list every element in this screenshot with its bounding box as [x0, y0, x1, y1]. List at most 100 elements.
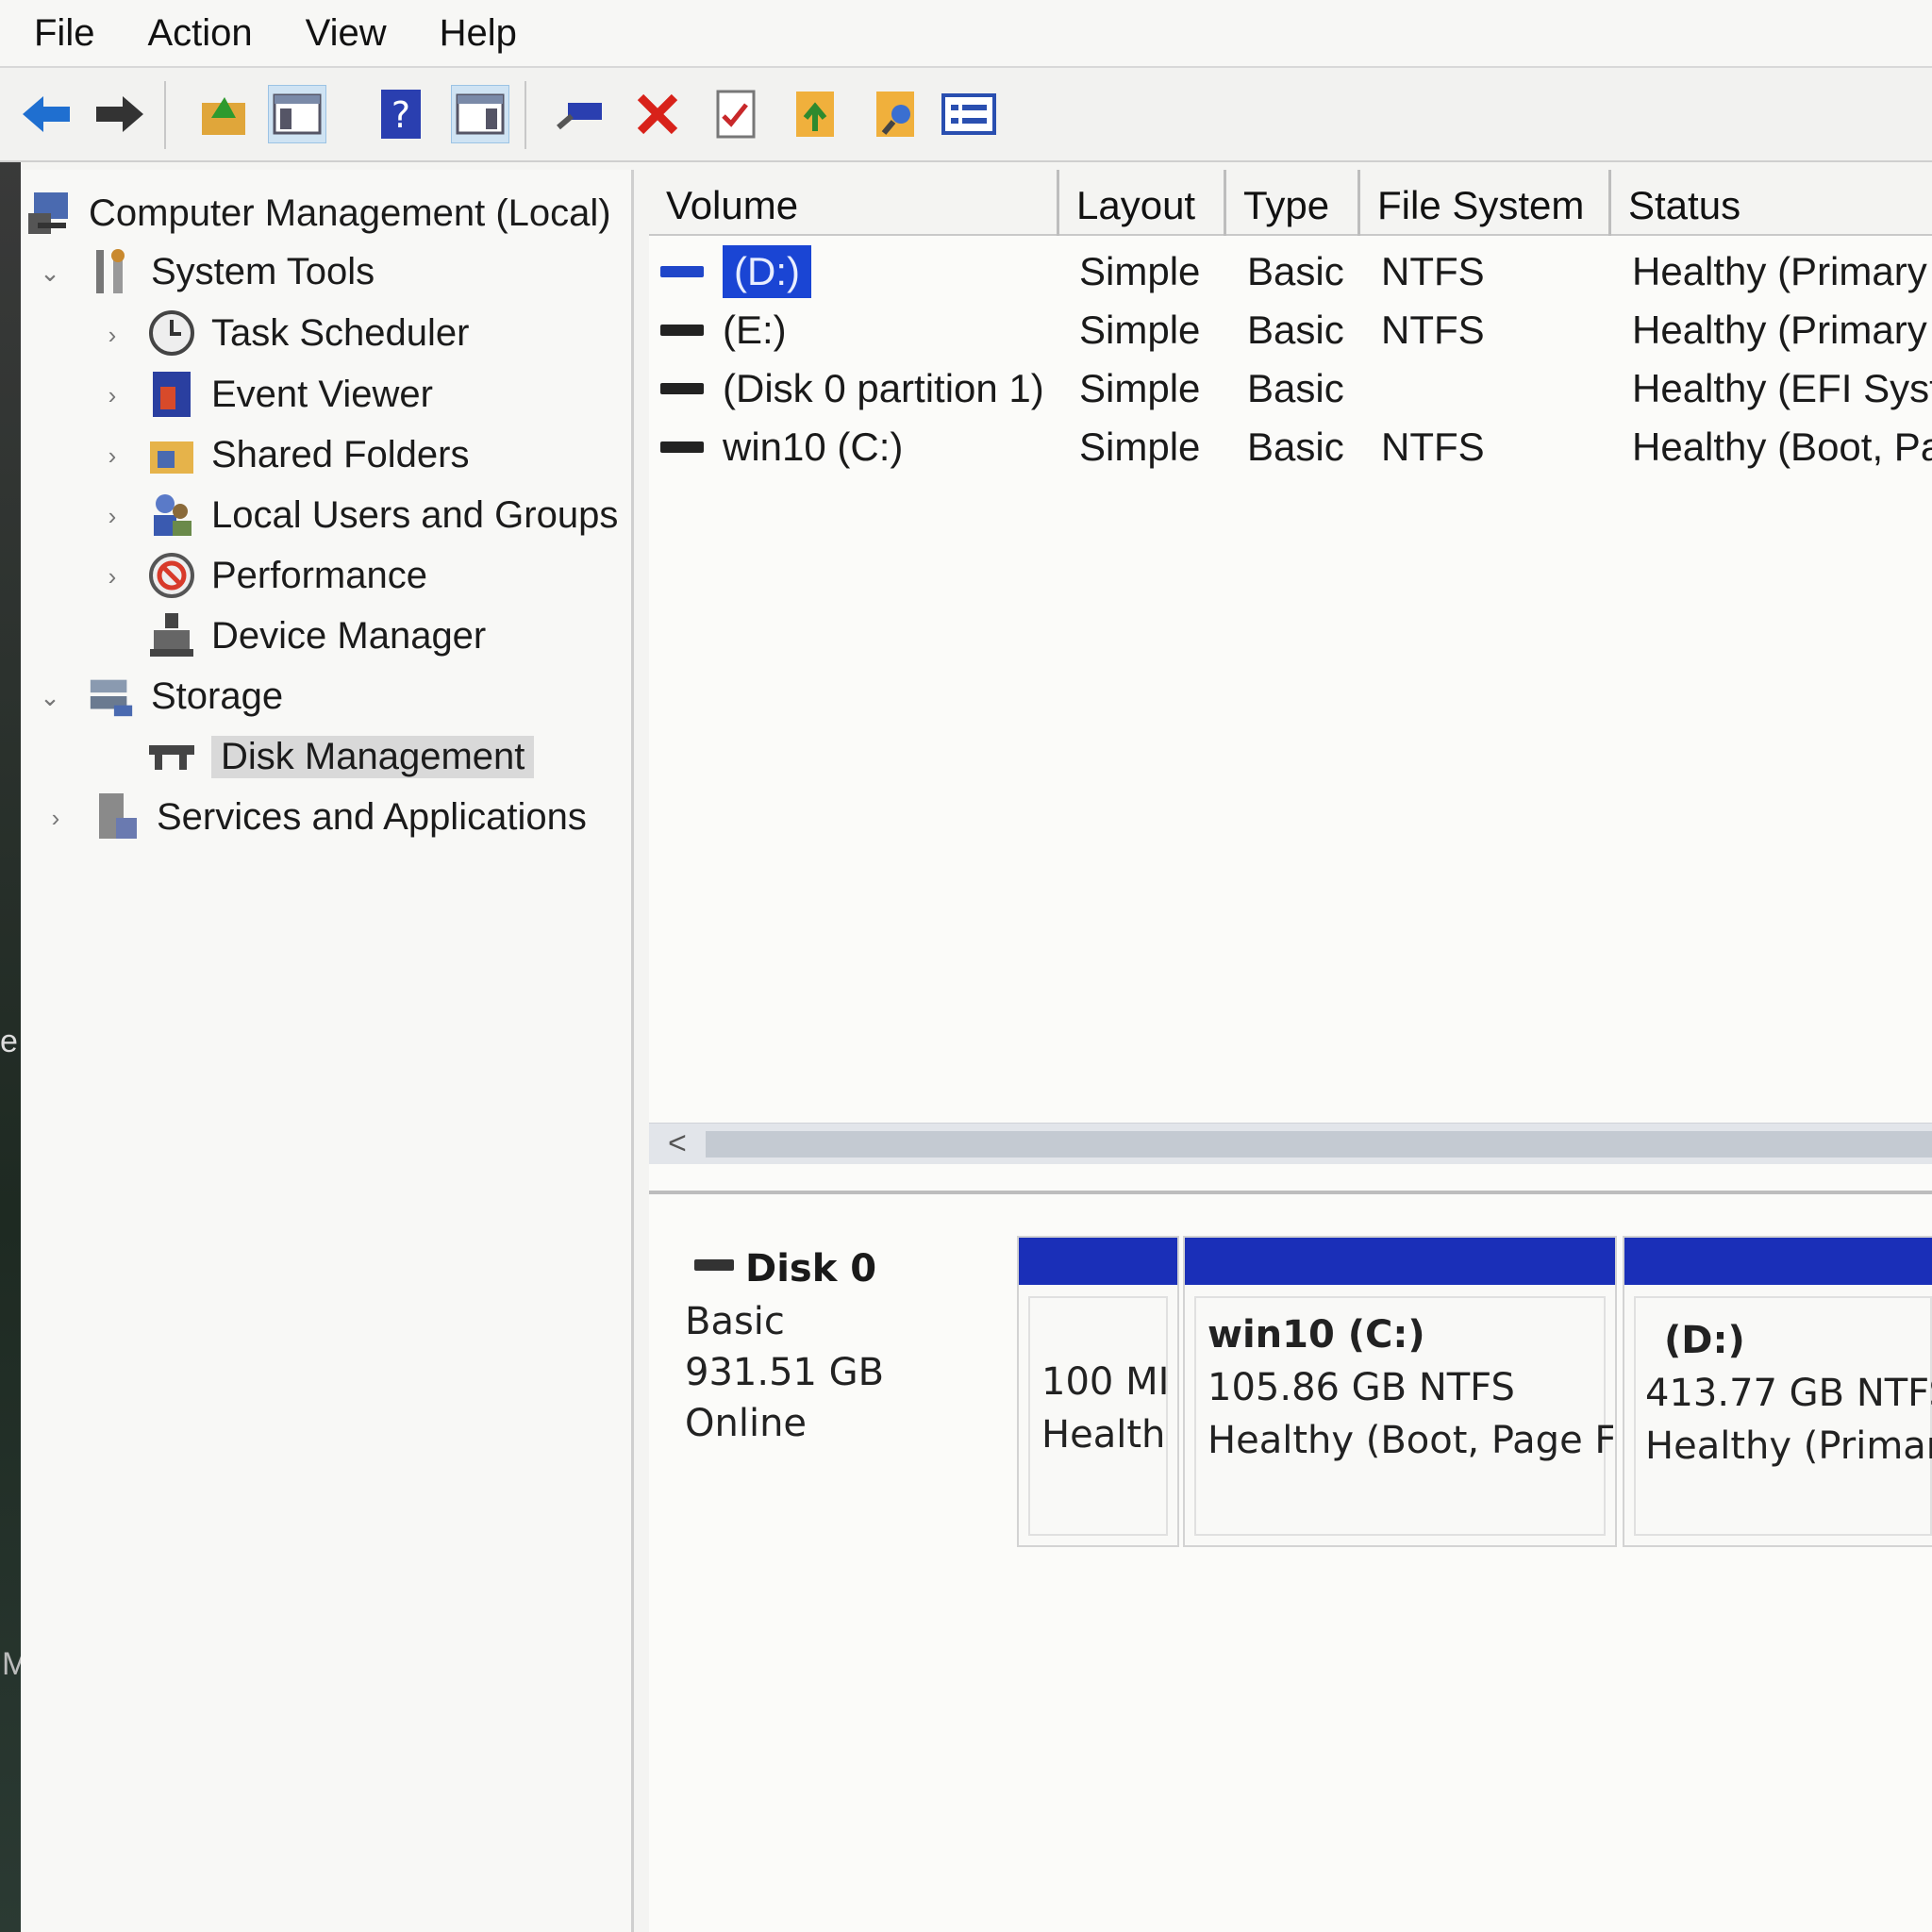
- delete-icon[interactable]: [628, 85, 687, 143]
- tree-item-performance[interactable]: Performance: [147, 549, 427, 602]
- system-tools-icon: [87, 249, 136, 294]
- column-header-volume[interactable]: Volume: [649, 170, 1059, 236]
- tree-item-services-and-applications[interactable]: Services and Applications: [92, 791, 587, 843]
- expand-chevron-icon[interactable]: ⌄: [36, 258, 64, 288]
- volume-layout: Simple: [1079, 308, 1201, 352]
- volume-layout: Simple: [1079, 249, 1201, 293]
- volume-file-system: NTFS: [1381, 425, 1485, 469]
- volume-row[interactable]: (Disk 0 partition 1) Simple Basic Health…: [649, 359, 1932, 418]
- volume-name: (E:): [723, 308, 787, 352]
- disk-state: Online: [685, 1402, 808, 1445]
- volume-status: Healthy (Primary: [1632, 249, 1927, 293]
- volume-status: Healthy (EFI Syst: [1632, 366, 1932, 410]
- expand-chevron-icon[interactable]: ›: [98, 502, 126, 531]
- tree-item-storage[interactable]: Storage: [87, 670, 283, 723]
- tree-label: Computer Management (Local): [89, 192, 611, 234]
- toolbar: ?: [0, 68, 1932, 162]
- shared-folders-icon: [147, 432, 196, 477]
- volume-row[interactable]: (D:) Simple Basic NTFS Healthy (Primary: [649, 242, 1932, 301]
- tree-label: Shared Folders: [211, 433, 470, 475]
- tree-item-local-users-and-groups[interactable]: Local Users and Groups: [147, 489, 618, 541]
- partition-bar: [1185, 1238, 1615, 1285]
- connect-icon[interactable]: [551, 85, 609, 143]
- disk-management-icon: [147, 734, 196, 779]
- pane-splitter[interactable]: [649, 1191, 1932, 1194]
- search-icon[interactable]: [868, 85, 926, 143]
- tree-label: System Tools: [151, 250, 375, 292]
- volume-file-system: NTFS: [1381, 249, 1485, 293]
- tree-item-event-viewer[interactable]: Event Viewer: [147, 368, 433, 421]
- menu-file[interactable]: File: [34, 12, 94, 55]
- disk-icon: [694, 1259, 734, 1271]
- device-manager-icon: [147, 613, 196, 658]
- tree-item-task-scheduler[interactable]: Task Scheduler: [147, 307, 469, 359]
- scrollbar-thumb[interactable]: [706, 1131, 1932, 1158]
- tree-item-device-manager[interactable]: Device Manager: [147, 609, 486, 662]
- volume-type: Basic: [1247, 308, 1344, 352]
- volume-icon: [660, 325, 704, 336]
- svg-text:?: ?: [391, 94, 410, 136]
- partition-block[interactable]: win10 (C:) 105.86 GB NTFS Healthy (Boot,…: [1183, 1236, 1617, 1547]
- volume-name: (Disk 0 partition 1): [723, 366, 1044, 410]
- column-header-type[interactable]: Type: [1226, 170, 1360, 236]
- partition-status: Health: [1041, 1413, 1166, 1457]
- tree-label: Services and Applications: [157, 795, 587, 838]
- disk-type: Basic: [685, 1300, 785, 1343]
- expand-chevron-icon[interactable]: ⌄: [36, 683, 64, 712]
- menu-view[interactable]: View: [306, 12, 387, 55]
- tree-label: Disk Management: [211, 735, 535, 778]
- disk-name: Disk 0: [745, 1247, 877, 1291]
- partition-bar: [1624, 1238, 1932, 1285]
- disk-management-pane: Volume Layout Type File System Status (D…: [649, 170, 1932, 1932]
- services-icon: [92, 793, 142, 840]
- volume-list-header: Volume Layout Type File System Status: [649, 170, 1932, 236]
- tree-label: Performance: [211, 554, 427, 596]
- clock-icon: [147, 310, 196, 356]
- computer-management-window: e M File Action View Help ? Computer Man…: [0, 0, 1932, 1932]
- tree-label: Device Manager: [211, 614, 487, 657]
- volume-status: Healthy (Boot, Pa: [1632, 425, 1932, 469]
- storage-icon: [87, 674, 136, 719]
- back-arrow-icon[interactable]: [17, 85, 75, 143]
- computer-management-icon: [25, 191, 74, 236]
- expand-chevron-icon[interactable]: ›: [98, 381, 126, 410]
- up-folder-icon[interactable]: [194, 85, 253, 143]
- volume-name: (D:): [723, 245, 811, 298]
- volume-name: win10 (C:): [723, 425, 904, 469]
- help-icon[interactable]: ?: [372, 85, 430, 143]
- menu-action[interactable]: Action: [147, 12, 252, 55]
- scroll-left-arrow-icon[interactable]: <: [668, 1125, 687, 1162]
- tree-item-disk-management[interactable]: Disk Management: [147, 730, 535, 783]
- column-header-status[interactable]: Status: [1611, 170, 1932, 236]
- partition-bar: [1019, 1238, 1177, 1285]
- volume-type: Basic: [1247, 425, 1344, 469]
- partition-title: (D:): [1664, 1319, 1745, 1362]
- forward-arrow-icon[interactable]: [91, 85, 149, 143]
- tree-item-computer-management[interactable]: Computer Management (Local): [25, 187, 611, 240]
- menu-help[interactable]: Help: [440, 12, 517, 55]
- column-header-file-system[interactable]: File System: [1360, 170, 1611, 236]
- volume-row[interactable]: win10 (C:) Simple Basic NTFS Healthy (Bo…: [649, 418, 1932, 476]
- column-header-layout[interactable]: Layout: [1059, 170, 1226, 236]
- expand-chevron-icon[interactable]: ›: [42, 804, 70, 833]
- expand-chevron-icon[interactable]: ›: [98, 562, 126, 591]
- volume-icon: [660, 383, 704, 394]
- properties-icon[interactable]: [708, 85, 766, 143]
- partition-status: Healthy (Boot, Page Fi: [1208, 1419, 1613, 1462]
- settings-list-icon[interactable]: [940, 85, 998, 143]
- partition-size: 413.77 GB NTFS: [1645, 1372, 1932, 1415]
- expand-chevron-icon[interactable]: ›: [98, 441, 126, 471]
- volume-icon: [660, 441, 704, 453]
- volume-row[interactable]: (E:) Simple Basic NTFS Healthy (Primary: [649, 301, 1932, 359]
- partition-block[interactable]: (D:) 413.77 GB NTFS Healthy (Primar: [1623, 1236, 1932, 1547]
- tree-item-shared-folders[interactable]: Shared Folders: [147, 428, 469, 481]
- users-icon: [147, 492, 196, 538]
- horizontal-scrollbar[interactable]: <: [649, 1123, 1932, 1164]
- show-hide-action-pane-icon[interactable]: [451, 85, 509, 143]
- show-hide-console-tree-icon[interactable]: [268, 85, 326, 143]
- tree-item-system-tools[interactable]: System Tools: [87, 245, 375, 298]
- tree-label: Storage: [151, 675, 284, 717]
- expand-chevron-icon[interactable]: ›: [98, 321, 126, 350]
- export-icon[interactable]: [787, 85, 845, 143]
- partition-block[interactable]: 100 MI Health: [1017, 1236, 1179, 1547]
